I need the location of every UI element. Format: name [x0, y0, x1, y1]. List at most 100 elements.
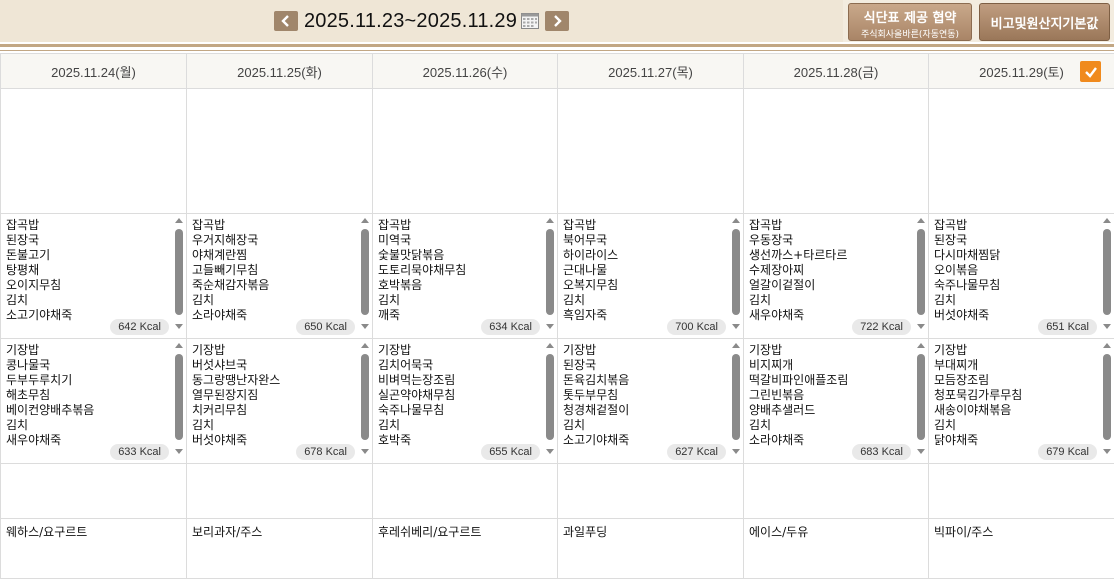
scroll-thumb[interactable]	[917, 229, 925, 315]
empty-cell[interactable]	[558, 464, 744, 519]
breakfast-cell[interactable]	[558, 89, 744, 214]
menu-item: 김치어묵국	[378, 358, 455, 373]
scroll-down-arrow-icon[interactable]	[1103, 324, 1111, 329]
breakfast-cell[interactable]	[929, 89, 1114, 214]
scroll-thumb[interactable]	[175, 229, 183, 315]
calendar-icon[interactable]	[521, 13, 539, 29]
empty-cell[interactable]	[373, 464, 558, 519]
lunch-cell[interactable]: 잡곡밥우동장국생선까스+타르타르수제장아찌얼갈이겉절이김치새우야채죽722 Kc…	[744, 214, 929, 339]
lunch-cell[interactable]: 잡곡밥우거지해장국야채계란찜고들빼기무침죽순채감자볶음김치소라야채죽650 Kc…	[187, 214, 373, 339]
menu-item: 김치	[378, 293, 466, 308]
dinner-cell[interactable]: 기장밥김치어묵국비벼먹는장조림실곤약야채무침숙주나물무침김치호박죽655 Kca…	[373, 339, 558, 464]
scrollbar[interactable]	[1102, 343, 1112, 454]
dinner-cell[interactable]: 기장밥부대찌개모듬장조림청포묵김가루무침새송이야채볶음김치닭야채죽679 Kca…	[929, 339, 1114, 464]
scroll-up-arrow-icon[interactable]	[175, 343, 183, 348]
scroll-down-arrow-icon[interactable]	[361, 324, 369, 329]
scroll-thumb[interactable]	[1103, 354, 1111, 440]
empty-cell[interactable]	[744, 464, 929, 519]
empty-cell[interactable]	[929, 464, 1114, 519]
saturday-checkbox[interactable]	[1080, 61, 1101, 82]
scroll-thumb[interactable]	[732, 229, 740, 315]
week-range-text: 2025.11.23~2025.11.29	[304, 10, 517, 33]
snack-text: 보리과자/주스	[192, 523, 262, 540]
scroll-up-arrow-icon[interactable]	[917, 343, 925, 348]
scrollbar[interactable]	[545, 343, 555, 454]
scroll-up-arrow-icon[interactable]	[1103, 343, 1111, 348]
scrollbar[interactable]	[545, 218, 555, 329]
scroll-down-arrow-icon[interactable]	[175, 449, 183, 454]
scroll-up-arrow-icon[interactable]	[732, 218, 740, 223]
dinner-cell[interactable]: 기장밥버섯샤브국동그랑땡난자완스열무된장지짐치커리무침김치버섯야채죽678 Kc…	[187, 339, 373, 464]
meal-plan-agreement-button[interactable]: 식단표 제공 협약 주식회사올바른(자동연동)	[848, 3, 972, 41]
menu-item: 호박죽	[378, 433, 455, 448]
scroll-thumb[interactable]	[546, 354, 554, 440]
scroll-up-arrow-icon[interactable]	[546, 343, 554, 348]
scroll-thumb[interactable]	[175, 354, 183, 440]
scroll-down-arrow-icon[interactable]	[361, 449, 369, 454]
menu-item: 기장밥	[934, 343, 1022, 358]
menu-item: 된장국	[563, 358, 629, 373]
scrollbar[interactable]	[916, 218, 926, 329]
scroll-down-arrow-icon[interactable]	[917, 449, 925, 454]
breakfast-cell[interactable]	[187, 89, 373, 214]
scroll-thumb[interactable]	[732, 354, 740, 440]
dinner-cell[interactable]: 기장밥비지찌개떡갈비파인애플조림그린빈볶음양배추샐러드김치소라야채죽683 Kc…	[744, 339, 929, 464]
next-week-button[interactable]	[545, 11, 569, 31]
scrollbar[interactable]	[174, 218, 184, 329]
scroll-up-arrow-icon[interactable]	[1103, 218, 1111, 223]
scrollbar[interactable]	[360, 218, 370, 329]
kcal-badge: 633 Kcal	[110, 444, 169, 460]
dinner-cell[interactable]: 기장밥된장국돈육김치볶음톳두부무침청경채겉절이김치소고기야채죽627 Kcal	[558, 339, 744, 464]
scrollbar[interactable]	[1102, 218, 1112, 329]
prev-week-button[interactable]	[274, 11, 298, 31]
scroll-down-arrow-icon[interactable]	[732, 324, 740, 329]
breakfast-cell[interactable]	[373, 89, 558, 214]
lunch-cell[interactable]: 잡곡밥된장국돈불고기탕평채오이지무침김치소고기야채죽642 Kcal	[1, 214, 187, 339]
scroll-up-arrow-icon[interactable]	[361, 343, 369, 348]
scroll-up-arrow-icon[interactable]	[361, 218, 369, 223]
scroll-down-arrow-icon[interactable]	[546, 449, 554, 454]
dinner-menu-list: 기장밥부대찌개모듬장조림청포묵김가루무침새송이야채볶음김치닭야채죽	[934, 343, 1022, 448]
scroll-up-arrow-icon[interactable]	[917, 218, 925, 223]
scrollbar[interactable]	[731, 343, 741, 454]
menu-item: 모듬장조림	[934, 373, 1022, 388]
scroll-down-arrow-icon[interactable]	[546, 324, 554, 329]
menu-item: 잡곡밥	[563, 218, 618, 233]
empty-cell[interactable]	[1, 464, 187, 519]
day-header-thu: 2025.11.27(목)	[558, 54, 744, 89]
scroll-thumb[interactable]	[546, 229, 554, 315]
breakfast-cell[interactable]	[744, 89, 929, 214]
scroll-thumb[interactable]	[361, 354, 369, 440]
menu-item: 우동장국	[749, 233, 847, 248]
lunch-cell[interactable]: 잡곡밥된장국다시마채찜닭오이볶음숙주나물무침김치버섯야채죽651 Kcal	[929, 214, 1114, 339]
empty-cell[interactable]	[187, 464, 373, 519]
scroll-up-arrow-icon[interactable]	[175, 218, 183, 223]
scroll-down-arrow-icon[interactable]	[732, 449, 740, 454]
scroll-down-arrow-icon[interactable]	[1103, 449, 1111, 454]
lunch-cell[interactable]: 잡곡밥미역국숯불맛닭볶음도토리묵야채무침호박볶음김치깨죽634 Kcal	[373, 214, 558, 339]
chevron-left-icon	[280, 15, 292, 27]
lunch-cell[interactable]: 잡곡밥북어무국하이라이스근대나물오복지무침김치흑임자죽700 Kcal	[558, 214, 744, 339]
scrollbar[interactable]	[360, 343, 370, 454]
kcal-badge: 642 Kcal	[110, 319, 169, 335]
scroll-thumb[interactable]	[1103, 229, 1111, 315]
scrollbar[interactable]	[916, 343, 926, 454]
snack-text: 웨하스/요구르트	[6, 523, 87, 540]
scrollbar[interactable]	[174, 343, 184, 454]
origin-defaults-button[interactable]: 비고및원산지기본값	[979, 3, 1110, 41]
scroll-up-arrow-icon[interactable]	[546, 218, 554, 223]
scrollbar[interactable]	[731, 218, 741, 329]
dinner-cell[interactable]: 기장밥콩나물국두부두루치기해초무침베이컨양배추볶음김치새우야채죽633 Kcal	[1, 339, 187, 464]
breakfast-cell[interactable]	[1, 89, 187, 214]
menu-item: 미역국	[378, 233, 466, 248]
menu-item: 새우야채죽	[6, 433, 94, 448]
scroll-thumb[interactable]	[361, 229, 369, 315]
menu-item: 소고기야채죽	[6, 308, 72, 323]
scroll-down-arrow-icon[interactable]	[917, 324, 925, 329]
dinner-row: 기장밥콩나물국두부두루치기해초무침베이컨양배추볶음김치새우야채죽633 Kcal…	[1, 339, 1114, 464]
menu-item: 얼갈이겉절이	[749, 278, 847, 293]
menu-item: 김치	[6, 293, 72, 308]
scroll-thumb[interactable]	[917, 354, 925, 440]
scroll-up-arrow-icon[interactable]	[732, 343, 740, 348]
scroll-down-arrow-icon[interactable]	[175, 324, 183, 329]
